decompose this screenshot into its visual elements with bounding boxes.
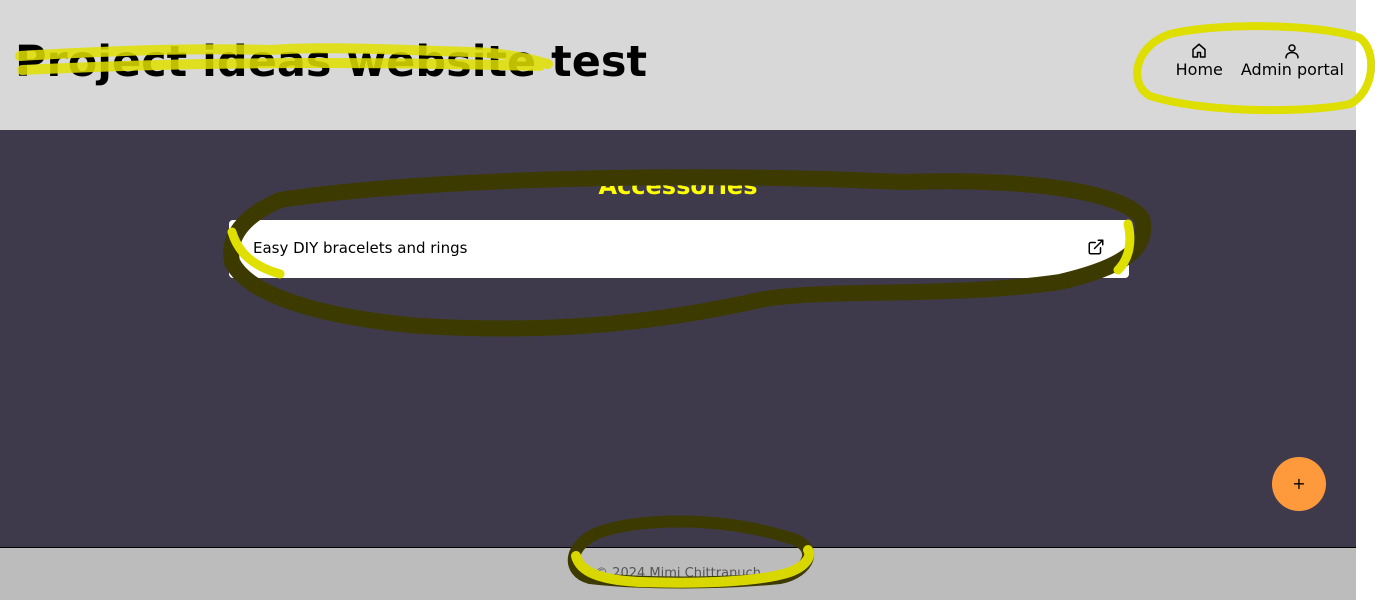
site-footer: © 2024 Mimi Chittranuch	[0, 548, 1356, 600]
add-button[interactable]: +	[1272, 457, 1326, 511]
home-icon	[1192, 43, 1206, 58]
app-frame: Project ideas website test Home Admin po…	[0, 0, 1356, 600]
nav-home-label: Home	[1175, 60, 1223, 79]
project-card-label: Easy DIY bracelets and rings	[253, 239, 468, 257]
section-title: Accessories	[598, 172, 758, 200]
project-card[interactable]: Easy DIY bracelets and rings	[229, 220, 1129, 278]
main-content: Accessories Easy DIY bracelets and rings…	[0, 130, 1356, 547]
page: Project ideas website test Home Admin po…	[0, 0, 1375, 600]
copyright-text: © 2024 Mimi Chittranuch	[595, 566, 761, 581]
site-title: Project ideas website test	[15, 37, 648, 87]
site-header: Project ideas website test Home Admin po…	[0, 0, 1356, 130]
user-icon	[1285, 44, 1300, 59]
nav-admin-portal[interactable]: Admin portal	[1241, 42, 1344, 80]
top-nav: Home Admin portal	[1176, 42, 1344, 80]
external-link-icon[interactable]	[1087, 238, 1105, 256]
nav-home[interactable]: Home	[1176, 42, 1223, 80]
nav-admin-portal-label: Admin portal	[1240, 60, 1344, 79]
